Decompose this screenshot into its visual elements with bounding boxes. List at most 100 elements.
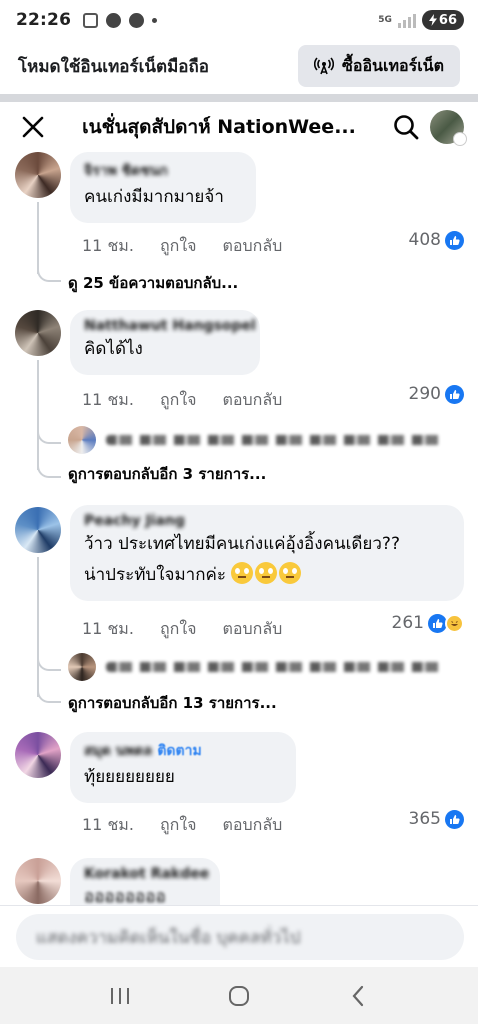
recent-apps-icon — [110, 987, 129, 1004]
comment-author[interactable]: Peachy Jiang — [84, 513, 450, 529]
comment-time: 11 ชม. — [82, 619, 134, 638]
reaction-count: 365 — [408, 809, 441, 829]
comment-list: จิราพ ชิดชนก คนเก่งมีมากมายจ้า 11 ชม. ถู… — [0, 150, 478, 905]
comment-item: Natthawut Hangsopel คิดได้ไง 11 ชม. ถูกใ… — [0, 308, 478, 498]
reaction-summary[interactable]: 365 — [409, 809, 464, 829]
comment-bubble: Korakot Rakdee ออออออออ — [70, 858, 220, 905]
search-icon — [394, 115, 419, 140]
like-link[interactable]: ถูกใจ — [160, 388, 197, 413]
more-notifications-icon — [152, 17, 158, 23]
like-reaction-icon — [445, 384, 464, 404]
thread-line — [37, 202, 39, 274]
comment-time: 11 ชม. — [82, 236, 134, 255]
eye-roll-emoji-icon — [279, 562, 302, 584]
haha-reaction-icon — [445, 613, 464, 633]
reply-preview[interactable] — [68, 426, 446, 454]
charging-icon — [428, 14, 437, 26]
reaction-count: 408 — [408, 230, 441, 250]
comment-text-line-2: น่าประทับใจมากค่ะ — [84, 560, 450, 591]
like-link[interactable]: ถูกใจ — [160, 617, 197, 642]
comment-text: น่าประทับใจมากค่ะ — [84, 565, 227, 585]
back-icon — [352, 985, 364, 1006]
facebook-icon — [106, 12, 122, 28]
follow-link[interactable]: ติดตาม — [157, 740, 201, 762]
comment-text: ทุ้ยยยยยยยย — [84, 767, 175, 787]
page-title: เนชั่นสุดสัปดาห์ NationWee... — [82, 116, 356, 138]
view-replies-link[interactable]: ดูการตอบกลับอีก 3 รายการ... — [68, 462, 266, 486]
network-type-icon: 5G — [378, 14, 392, 25]
comment-author[interactable]: Natthawut Hangsopel — [84, 318, 256, 334]
comment-author[interactable]: สมุด นพดล — [84, 740, 152, 762]
comment-time: 11 ชม. — [82, 390, 134, 409]
comment-item: สมุด นพดล ติดตาม ทุ้ยยยยยยยย 11 ชม. ถูกใ… — [0, 730, 478, 840]
commenter-avatar[interactable] — [15, 732, 61, 778]
comment-time: 11 ชม. — [82, 815, 134, 834]
comment-bubble: จิราพ ชิดชนก คนเก่งมีมากมายจ้า — [70, 152, 256, 223]
notification-icons — [83, 12, 158, 28]
reaction-count: 290 — [408, 384, 441, 404]
status-time: 22:26 — [16, 10, 72, 30]
search-button[interactable] — [390, 111, 422, 143]
commenter-avatar[interactable] — [15, 507, 61, 553]
comment-bubble: Peachy Jiang ว้าว ประเทศไทยมีคนเก่งแค่อุ… — [70, 505, 464, 601]
commenter-avatar[interactable] — [15, 152, 61, 198]
comment-actions: 11 ชม. ถูกใจ ตอบกลับ — [82, 388, 308, 413]
comment-input[interactable]: แสดงความคิดเห็นในชื่อ บุคคลทั่วไป — [16, 914, 464, 960]
eye-roll-emoji-icon — [255, 562, 278, 584]
buy-data-button[interactable]: ซื้ออินเทอร์เน็ต — [297, 45, 460, 87]
screenshot-icon — [83, 12, 99, 28]
thread-elbow — [37, 689, 61, 703]
reply-preview[interactable] — [68, 653, 446, 681]
close-icon — [22, 116, 44, 138]
commenter-avatar[interactable] — [15, 858, 61, 904]
close-button[interactable] — [18, 112, 48, 142]
comment-composer-bar: แสดงความคิดเห็นในชื่อ บุคคลทั่วไป — [0, 905, 478, 967]
profile-avatar-button[interactable] — [430, 110, 467, 146]
thread-elbow — [37, 464, 61, 478]
like-reaction-icon — [445, 809, 464, 829]
comment-actions: 11 ชม. ถูกใจ ตอบกลับ — [82, 617, 308, 642]
eye-roll-emoji-icon — [231, 562, 254, 584]
reaction-count: 261 — [391, 613, 424, 633]
reaction-summary[interactable]: 261 — [392, 613, 464, 633]
reply-link[interactable]: ตอบกลับ — [223, 234, 283, 259]
comments-header: เนชั่นสุดสัปดาห์ NationWee... — [0, 104, 478, 150]
view-replies-link[interactable]: ดูการตอบกลับอีก 13 รายการ... — [68, 691, 277, 715]
thread-line — [37, 557, 39, 697]
status-bar: 22:26 5G 66 — [0, 0, 478, 40]
like-link[interactable]: ถูกใจ — [160, 813, 197, 838]
recent-apps-button[interactable] — [100, 976, 140, 1016]
thread-elbow — [37, 268, 61, 282]
commenter-avatar[interactable] — [15, 310, 61, 356]
home-button[interactable] — [219, 976, 259, 1016]
divider — [0, 94, 478, 102]
reply-link[interactable]: ตอบกลับ — [223, 617, 283, 642]
comment-actions: 11 ชม. ถูกใจ ตอบกลับ — [82, 234, 308, 259]
reply-link[interactable]: ตอบกลับ — [223, 388, 283, 413]
home-icon — [228, 985, 249, 1006]
chrome-icon — [129, 12, 145, 28]
comment-author-row: สมุด นพดล ติดตาม — [84, 740, 282, 762]
comment-bubble: Natthawut Hangsopel คิดได้ไง — [70, 310, 260, 375]
reaction-summary[interactable]: 408 — [409, 230, 464, 250]
comment-item: Peachy Jiang ว้าว ประเทศไทยมีคนเก่งแค่อุ… — [0, 505, 478, 725]
comment-author[interactable]: จิราพ ชิดชนก — [84, 160, 242, 182]
like-link[interactable]: ถูกใจ — [160, 234, 197, 259]
comment-text: คนเก่งมีมากมายจ้า — [84, 187, 224, 207]
comment-author[interactable]: Korakot Rakdee — [84, 866, 209, 882]
reply-avatar — [68, 426, 96, 454]
thread-line — [37, 360, 39, 470]
broadcast-icon — [313, 57, 334, 75]
reply-preview-text — [106, 662, 446, 672]
signal-icon — [397, 12, 416, 28]
reply-link[interactable]: ตอบกลับ — [223, 813, 283, 838]
reaction-summary[interactable]: 290 — [409, 384, 464, 404]
data-mode-label: โหมดใช้อินเทอร์เน็ตมือถือ — [18, 56, 210, 77]
back-button[interactable] — [338, 976, 378, 1016]
view-replies-link[interactable]: ดู 25 ข้อความตอบกลับ... — [68, 271, 238, 295]
comment-text-line-1: ว้าว ประเทศไทยมีคนเก่งแค่อุ้งอิ้งคนเดียว… — [84, 534, 400, 554]
data-mode-banner: โหมดใช้อินเทอร์เน็ตมือถือ ซื้ออินเทอร์เน… — [0, 40, 478, 92]
comment-input-placeholder: แสดงความคิดเห็นในชื่อ บุคคลทั่วไป — [36, 927, 301, 948]
comment-item: Korakot Rakdee ออออออออ — [0, 856, 478, 905]
thread-elbow — [37, 430, 61, 444]
